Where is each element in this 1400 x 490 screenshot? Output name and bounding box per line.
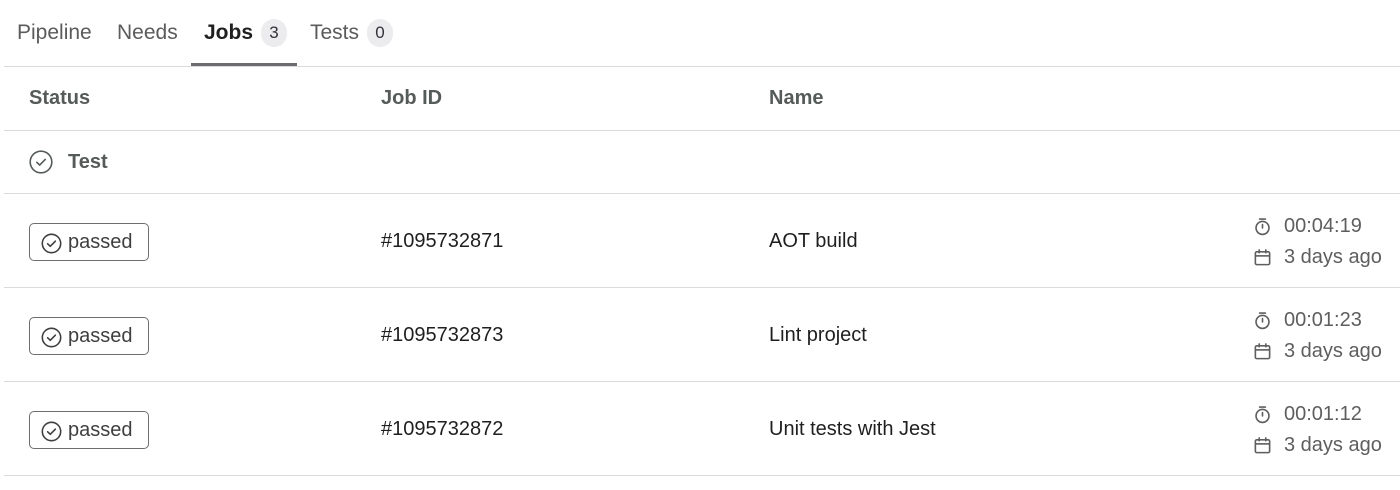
status-label: passed [68, 230, 133, 253]
finished-text: 3 days ago [1284, 433, 1382, 456]
job-duration: 00:01:23 [1253, 308, 1362, 332]
job-finished: 3 days ago [1253, 433, 1382, 457]
duration-text: 00:01:23 [1284, 308, 1362, 331]
stage-name: Test [68, 150, 108, 173]
calendar-icon [1254, 436, 1271, 453]
job-finished: 3 days ago [1253, 339, 1382, 363]
status-label: passed [68, 324, 133, 347]
tab-needs[interactable]: Needs [117, 0, 178, 66]
check-circle-icon [41, 233, 62, 253]
column-header-job-id: Job ID [381, 87, 443, 109]
job-id-link[interactable]: #1095732872 [381, 382, 503, 476]
job-name-link[interactable]: Unit tests with Jest [769, 382, 936, 476]
tab-pipeline[interactable]: Pipeline [17, 0, 92, 66]
timer-icon [1255, 217, 1270, 235]
timer-icon [1255, 311, 1270, 329]
timer-icon [1255, 405, 1270, 423]
tab-tests[interactable]: Tests 0 [310, 0, 394, 66]
calendar-icon [1254, 342, 1271, 359]
row-divider [4, 475, 1400, 476]
column-header-status: Status [29, 87, 91, 109]
column-header-name: Name [769, 87, 824, 109]
stage-row: Test [0, 131, 1400, 193]
job-id-link[interactable]: #1095732873 [381, 288, 503, 382]
finished-text: 3 days ago [1284, 339, 1382, 362]
status-badge[interactable]: passed [29, 411, 149, 449]
pipeline-tabs: Pipeline Needs Jobs 3 Tests 0 [0, 0, 1400, 67]
duration-text: 00:01:12 [1284, 402, 1362, 425]
check-circle-icon [41, 421, 62, 441]
job-finished: 3 days ago [1253, 245, 1382, 269]
status-label: passed [68, 418, 133, 441]
finished-text: 3 days ago [1284, 245, 1382, 268]
jobs-table-header: Status Job ID Name [0, 67, 1400, 130]
job-duration: 00:04:19 [1253, 214, 1362, 238]
tab-jobs[interactable]: Jobs 3 [204, 0, 288, 66]
table-row: passed #1095732872 Unit tests with Jest … [0, 382, 1400, 476]
job-name-link[interactable]: Lint project [769, 288, 867, 382]
duration-text: 00:04:19 [1284, 214, 1362, 237]
check-circle-icon [29, 150, 53, 174]
tab-tests-label: Tests [310, 21, 360, 44]
check-circle-icon [41, 327, 62, 347]
table-row: passed #1095732871 AOT build 00:04:19 3 … [0, 194, 1400, 288]
job-duration: 00:01:12 [1253, 402, 1362, 426]
status-badge[interactable]: passed [29, 317, 149, 355]
job-id-link[interactable]: #1095732871 [381, 194, 503, 288]
tests-count-badge: 0 [367, 19, 394, 47]
calendar-icon [1254, 248, 1271, 265]
table-row: passed #1095732873 Lint project 00:01:23… [0, 288, 1400, 382]
jobs-count-badge: 3 [261, 19, 288, 47]
job-name-link[interactable]: AOT build [769, 194, 858, 288]
tab-needs-label: Needs [117, 21, 178, 44]
tab-pipeline-label: Pipeline [17, 21, 92, 44]
status-badge[interactable]: passed [29, 223, 149, 261]
tab-jobs-label: Jobs [204, 21, 254, 44]
